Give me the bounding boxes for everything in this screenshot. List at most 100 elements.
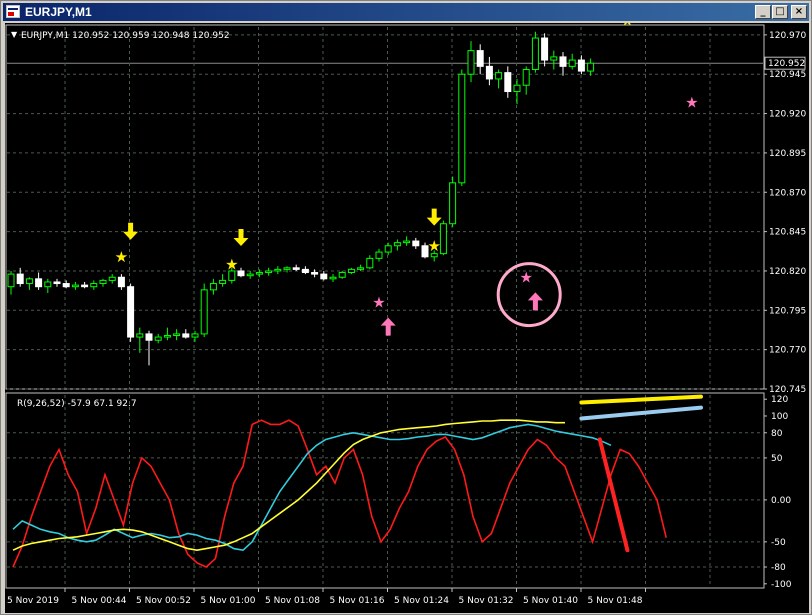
time-tick-label: 5 Nov 01:40: [523, 596, 578, 606]
price-tick-label: 120.795: [769, 306, 806, 316]
candle-body: [209, 283, 217, 291]
candle-body: [329, 276, 337, 280]
candle-body: [568, 59, 576, 67]
candle-body: [513, 84, 521, 93]
candle-body: [338, 272, 346, 278]
candle-body: [357, 267, 365, 270]
candle-body: [71, 284, 79, 288]
chart-app-icon: [6, 5, 20, 18]
signal-star-icon: ★: [115, 248, 128, 266]
price-tick-label: 120.895: [769, 149, 806, 159]
candle-body: [522, 68, 530, 86]
candle-body: [476, 50, 484, 67]
candle-body: [403, 240, 411, 244]
candle-body: [117, 276, 125, 288]
candle-body: [412, 240, 420, 247]
time-tick-label: 5 Nov 01:00: [201, 596, 256, 606]
candle-body: [81, 284, 89, 288]
candle-body: [145, 333, 153, 341]
candle-body: [16, 273, 24, 285]
maximize-button[interactable]: □: [772, 5, 788, 19]
time-tick-label: 5 Nov 01:32: [459, 596, 514, 606]
osc-tick-label: -50: [771, 538, 786, 548]
candle-body: [274, 268, 282, 272]
candle-body: [559, 56, 567, 67]
osc-tick-label: -80: [771, 563, 786, 573]
candle-body: [35, 278, 43, 288]
candle-body: [311, 272, 319, 275]
chart-canvas[interactable]: 120.970 120.945 120.920 120.895 120.870 120.8…: [5, 23, 809, 613]
candle-body: [292, 267, 300, 270]
osc-tick-label: 50: [771, 454, 783, 464]
candle-body: [504, 72, 512, 93]
sell-arrow-icon: [426, 208, 442, 226]
osc-tick-label: 100: [771, 412, 788, 422]
price-tick-label: 120.770: [769, 346, 806, 356]
trendline-yellow: [579, 394, 703, 405]
price-tick-label: 120.845: [769, 228, 806, 238]
window-title: EURJPY,M1: [25, 5, 92, 19]
close-button[interactable]: ×: [791, 5, 807, 19]
time-tick-label: 5 Nov 01:08: [265, 596, 320, 606]
indicator-label: R(9,26,52) -57.9 67.1 92.7: [17, 399, 137, 409]
candle-body: [136, 333, 144, 338]
candle-body: [467, 50, 475, 75]
candle-body: [393, 242, 401, 247]
candle-body: [99, 279, 107, 285]
trendline-red: [597, 437, 630, 553]
time-tick-label: 5 Nov 2019: [7, 596, 59, 606]
candle-body: [495, 72, 503, 80]
candle-body: [439, 223, 447, 255]
oscillator-series-r52: [12, 419, 565, 552]
price-tick-label: 120.920: [769, 110, 806, 120]
osc-tick-label: 120: [771, 395, 788, 405]
candle-body: [366, 257, 374, 269]
time-axis: 5 Nov 2019 5 Nov 00:44 5 Nov 00:52 5 Nov 01…: [7, 588, 646, 606]
minimize-button[interactable]: _: [755, 5, 771, 19]
price-pane-border: [5, 24, 765, 390]
collapse-arrow-icon[interactable]: ▼: [11, 30, 18, 39]
candle-body: [255, 272, 263, 275]
candle-body: [265, 270, 273, 274]
osc-tick-label: 80: [771, 429, 783, 439]
candle-body: [347, 268, 355, 274]
candle-body: [173, 333, 181, 336]
candle-body: [449, 182, 457, 225]
candle-body: [154, 336, 162, 341]
signal-star-icon: ★: [427, 237, 440, 255]
price-tick-label: 120.820: [769, 267, 806, 277]
price-axis: 120.970 120.945 120.920 120.895 120.870 120.8…: [764, 31, 806, 395]
current-price-label: 120.952: [768, 59, 805, 69]
candle-body: [182, 333, 190, 338]
buy-arrow-icon: [527, 292, 543, 311]
candle-body: [219, 279, 227, 285]
chart-window: EURJPY,M1 _ □ × 120.970 120.945 120.920 120…: [0, 0, 812, 615]
candle-body: [200, 289, 208, 335]
price-tick-label: 120.745: [769, 385, 806, 395]
oscillator-series-r9: [12, 419, 667, 568]
osc-tick-label: -100: [771, 580, 792, 590]
signal-annotations: ★ ★ ★ ★ ★ ★ ★: [115, 23, 699, 336]
candle-body: [375, 251, 383, 259]
signal-star-icon: ★: [685, 94, 698, 112]
price-chart-svg[interactable]: 120.970 120.945 120.920 120.895 120.870 120.8…: [5, 23, 809, 613]
candle-body: [384, 245, 392, 253]
osc-tick-label: 0.00: [771, 496, 791, 506]
candle-body: [44, 281, 52, 288]
candle-body: [550, 56, 558, 61]
candle-body: [62, 283, 70, 288]
candle-body: [587, 62, 595, 72]
time-tick-label: 5 Nov 01:16: [330, 596, 385, 606]
candle-body: [237, 270, 245, 277]
title-bar[interactable]: EURJPY,M1 _ □ ×: [3, 3, 809, 21]
price-tick-label: 120.870: [769, 188, 806, 198]
candle-body: [7, 273, 15, 288]
buy-arrow-icon: [380, 317, 396, 336]
price-tick-label: 120.945: [769, 70, 806, 80]
candle-body: [127, 286, 135, 338]
candle-body: [320, 273, 328, 280]
signal-star-icon: ★: [519, 268, 532, 286]
candle-body: [283, 267, 291, 270]
time-tick-label: 5 Nov 01:24: [394, 596, 449, 606]
candle-body: [485, 65, 493, 80]
